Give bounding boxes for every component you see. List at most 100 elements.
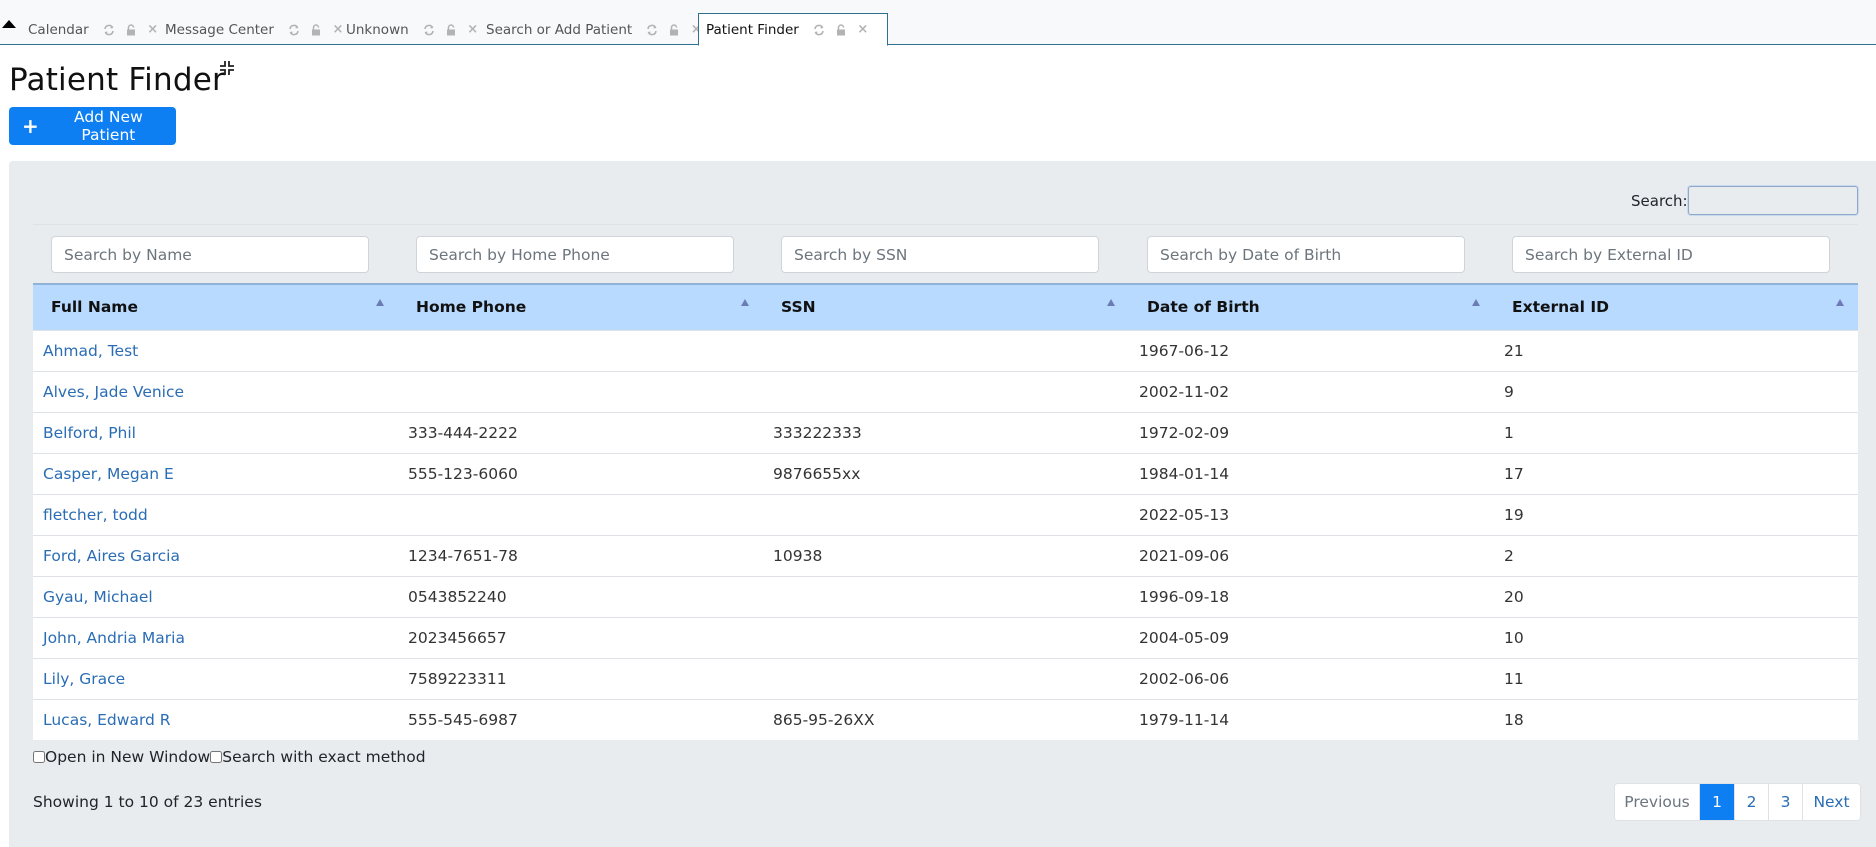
plus-icon: + xyxy=(22,114,39,138)
lock-icon[interactable] xyxy=(668,23,680,36)
tab-message-center[interactable]: Message Center × xyxy=(165,14,362,45)
exact-method-label: Search with exact method xyxy=(222,748,426,766)
patient-link[interactable]: Gyau, Michael xyxy=(43,588,153,606)
patient-link[interactable]: Ford, Aires Garcia xyxy=(43,547,180,565)
patient-link[interactable]: John, Andria Maria xyxy=(43,629,185,647)
cell-external-id: 1 xyxy=(1504,423,1514,442)
pagination-next[interactable]: Next xyxy=(1802,784,1860,820)
tab-patient-finder[interactable]: Patient Finder × xyxy=(698,13,888,46)
cell-external-id: 9 xyxy=(1504,382,1514,401)
table-row: Lily, Grace 7589223311 2002-06-06 11 xyxy=(33,658,1858,699)
patient-link[interactable]: fletcher, todd xyxy=(43,506,148,524)
cell-home-phone: 333-444-2222 xyxy=(408,423,518,442)
pagination-page-2[interactable]: 2 xyxy=(1734,784,1768,820)
add-new-patient-button[interactable]: + Add New Patient xyxy=(9,107,176,145)
cell-home-phone: 2023456657 xyxy=(408,628,507,647)
cell-date-of-birth: 2004-05-09 xyxy=(1139,628,1230,647)
tab-label: Search or Add Patient xyxy=(486,21,633,38)
close-icon[interactable]: × xyxy=(857,23,869,36)
filter-home-phone-input[interactable] xyxy=(416,236,734,273)
cell-ssn: 333222333 xyxy=(773,423,862,442)
open-new-window-label: Open in New Window xyxy=(45,748,211,766)
cell-date-of-birth: 1972-02-09 xyxy=(1139,423,1230,442)
column-label: Full Name xyxy=(51,298,138,317)
exact-method-checkbox[interactable] xyxy=(210,751,223,763)
divider xyxy=(33,224,1858,225)
cell-home-phone: 0543852240 xyxy=(408,587,507,606)
table-row: Ford, Aires Garcia 1234-7651-78 10938 20… xyxy=(33,535,1858,576)
pagination-page-3[interactable]: 3 xyxy=(1768,784,1802,820)
compress-icon[interactable] xyxy=(219,60,235,76)
sort-asc-icon xyxy=(1472,299,1480,306)
cell-ssn: 865-95-26XX xyxy=(773,710,875,729)
table-row: Belford, Phil 333-444-2222 333222333 197… xyxy=(33,412,1858,453)
tab-calendar[interactable]: Calendar × xyxy=(28,14,177,45)
patient-link[interactable]: Casper, Megan E xyxy=(43,465,174,483)
cell-date-of-birth: 2002-06-06 xyxy=(1139,669,1230,688)
column-header-date-of-birth[interactable]: Date of Birth xyxy=(1129,283,1494,330)
column-header-full-name[interactable]: Full Name xyxy=(33,283,398,330)
add-new-patient-label: Add New Patient xyxy=(74,108,143,144)
table-row: Casper, Megan E 555-123-6060 9876655xx 1… xyxy=(33,453,1858,494)
cell-external-id: 2 xyxy=(1504,546,1514,565)
refresh-icon[interactable] xyxy=(423,24,435,36)
patient-link[interactable]: Ahmad, Test xyxy=(43,342,138,360)
cell-home-phone: 7589223311 xyxy=(408,669,507,688)
cell-external-id: 17 xyxy=(1504,464,1524,483)
tab-unknown[interactable]: Unknown × xyxy=(346,14,497,45)
cell-external-id: 19 xyxy=(1504,505,1524,524)
cell-date-of-birth: 1967-06-12 xyxy=(1139,341,1230,360)
lock-icon[interactable] xyxy=(445,23,457,36)
column-header-external-id[interactable]: External ID xyxy=(1494,283,1858,330)
cell-home-phone xyxy=(398,371,763,412)
cell-date-of-birth: 1979-11-14 xyxy=(1139,710,1230,729)
cell-external-id: 21 xyxy=(1504,341,1524,360)
collapse-caret-icon[interactable] xyxy=(2,20,16,28)
patient-link[interactable]: Belford, Phil xyxy=(43,424,136,442)
cell-external-id: 11 xyxy=(1504,669,1524,688)
tab-search-or-add-patient[interactable]: Search or Add Patient × xyxy=(486,14,720,45)
patient-link[interactable]: Lucas, Edward R xyxy=(43,711,171,729)
table-row: fletcher, todd 2022-05-13 19 xyxy=(33,494,1858,535)
refresh-icon[interactable] xyxy=(288,24,300,36)
sort-asc-icon xyxy=(376,299,384,306)
cell-full-name: Gyau, Michael xyxy=(33,576,398,617)
pagination-page-1[interactable]: 1 xyxy=(1699,784,1734,820)
global-search-input[interactable] xyxy=(1688,186,1858,215)
table-row: Ahmad, Test 1967-06-12 21 xyxy=(33,330,1858,371)
refresh-icon[interactable] xyxy=(646,24,658,36)
cell-full-name: John, Andria Maria xyxy=(33,617,398,658)
page-title: Patient Finder xyxy=(9,62,225,98)
filter-dob-input[interactable] xyxy=(1147,236,1465,273)
pagination-previous[interactable]: Previous xyxy=(1615,784,1699,820)
sort-asc-icon xyxy=(1836,299,1844,306)
patient-link[interactable]: Lily, Grace xyxy=(43,670,125,688)
column-header-home-phone[interactable]: Home Phone xyxy=(398,283,763,330)
close-icon[interactable]: × xyxy=(467,23,479,36)
cell-external-id: 20 xyxy=(1504,587,1524,606)
lock-icon[interactable] xyxy=(310,23,322,36)
cell-home-phone: 1234-7651-78 xyxy=(408,546,518,565)
refresh-icon[interactable] xyxy=(103,24,115,36)
close-icon[interactable]: × xyxy=(147,23,159,36)
cell-full-name: Lily, Grace xyxy=(33,658,398,699)
filter-ssn-input[interactable] xyxy=(781,236,1099,273)
filter-name-input[interactable] xyxy=(51,236,369,273)
filter-external-id-input[interactable] xyxy=(1512,236,1830,273)
patient-link[interactable]: Alves, Jade Venice xyxy=(43,383,184,401)
column-header-ssn[interactable]: SSN xyxy=(763,283,1129,330)
cell-date-of-birth: 2022-05-13 xyxy=(1139,505,1230,524)
cell-full-name: Belford, Phil xyxy=(33,412,398,453)
open-new-window-checkbox[interactable] xyxy=(33,751,45,763)
close-icon[interactable]: × xyxy=(332,23,344,36)
tab-label: Unknown xyxy=(346,21,409,38)
lock-icon[interactable] xyxy=(125,23,137,36)
refresh-icon[interactable] xyxy=(813,24,825,36)
lock-icon[interactable] xyxy=(835,23,847,36)
table-row: Lucas, Edward R 555-545-6987 865-95-26XX… xyxy=(33,699,1858,740)
cell-date-of-birth: 2002-11-02 xyxy=(1139,382,1230,401)
cell-external-id: 18 xyxy=(1504,710,1524,729)
pagination: Previous 1 2 3 Next xyxy=(1614,783,1861,821)
column-label: Home Phone xyxy=(416,298,527,317)
cell-home-phone: 555-123-6060 xyxy=(408,464,518,483)
